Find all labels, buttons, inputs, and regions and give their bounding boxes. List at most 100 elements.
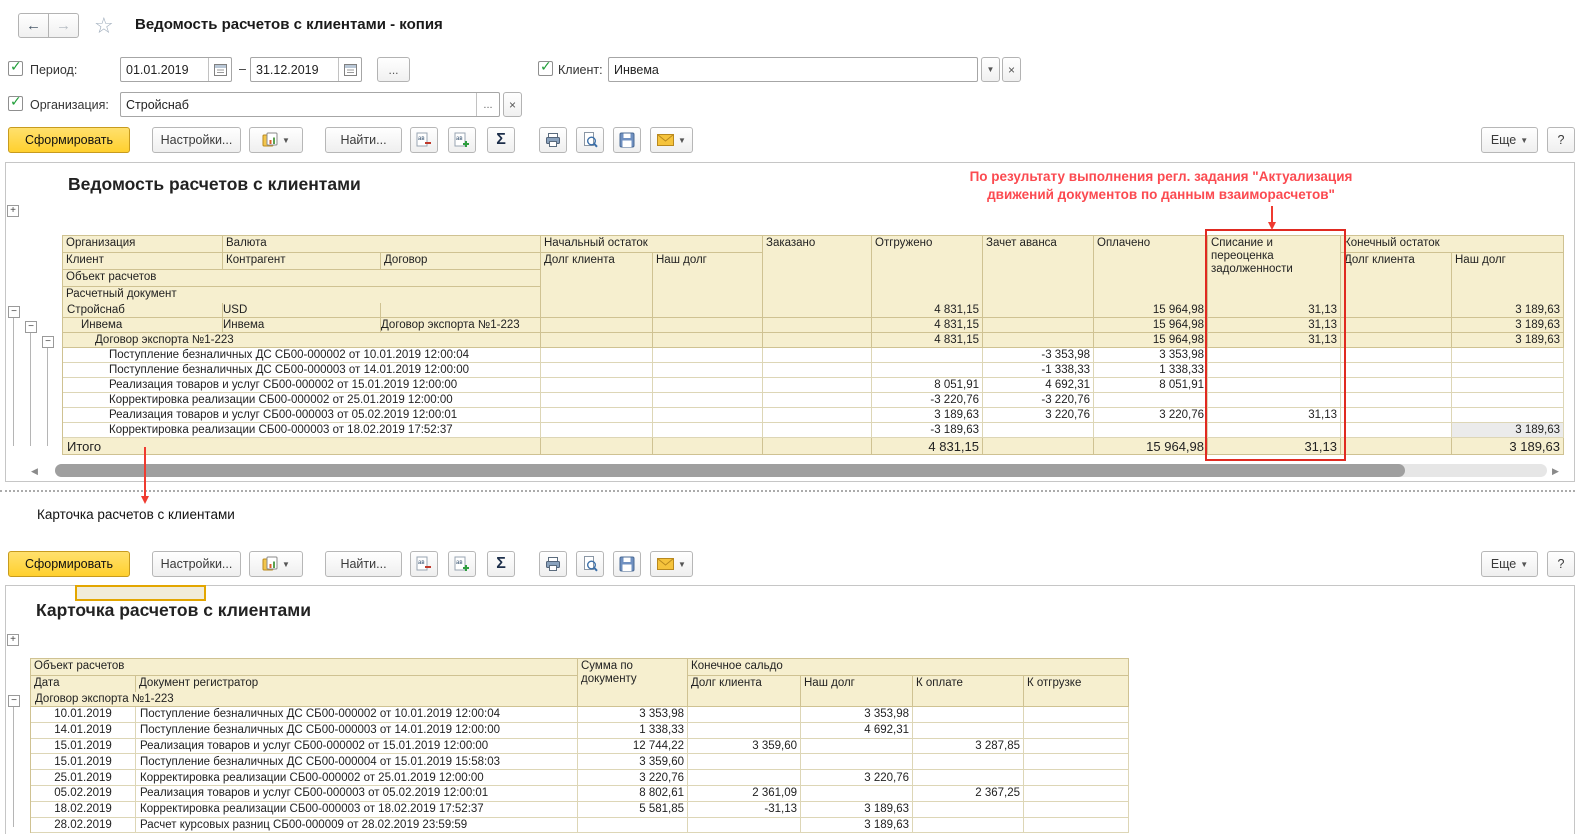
table-cell[interactable]	[688, 707, 801, 723]
autosum-button[interactable]: Σ	[487, 127, 515, 153]
scroll-left-arrow[interactable]: ◀	[31, 466, 38, 477]
col-header[interactable]: Клиент	[63, 253, 223, 270]
table-cell[interactable]	[688, 754, 801, 770]
table-cell[interactable]	[1208, 363, 1341, 378]
table-cell[interactable]	[801, 692, 913, 707]
table-cell[interactable]	[913, 818, 1024, 834]
settings-button[interactable]: Настройки...	[152, 127, 241, 153]
table-cell[interactable]	[872, 363, 983, 378]
table-cell[interactable]: 3 189,63	[1452, 438, 1564, 455]
table-cell[interactable]: 31,13	[1208, 438, 1341, 455]
table-cell[interactable]	[1024, 770, 1129, 786]
table-cell[interactable]: Реализация товаров и услуг СБ00-000003 о…	[136, 786, 578, 802]
organization-checkbox[interactable]: ✓	[8, 96, 23, 111]
table-cell[interactable]: 3 353,98	[578, 707, 688, 723]
more-button[interactable]: Еще ▼	[1481, 551, 1538, 577]
table-cell[interactable]: Реализация товаров и услуг СБ00-000002 о…	[136, 739, 578, 755]
table-cell[interactable]	[653, 438, 763, 455]
table-cell[interactable]	[1094, 393, 1208, 408]
col-header[interactable]: Заказано	[763, 236, 872, 304]
col-header[interactable]: Начальный остаток	[541, 236, 763, 253]
col-header[interactable]: Зачет аванса	[983, 236, 1094, 304]
scroll-right-arrow[interactable]: ▶	[1552, 466, 1559, 477]
table-cell[interactable]	[913, 692, 1024, 707]
table-cell[interactable]	[1024, 802, 1129, 818]
table-cell[interactable]	[1208, 378, 1341, 393]
print-button[interactable]	[539, 127, 567, 153]
print-preview-button[interactable]	[576, 551, 604, 577]
table-cell[interactable]	[763, 423, 872, 438]
table-cell[interactable]: Поступление безналичных ДС СБ00-000002 о…	[63, 348, 541, 363]
table-row[interactable]: Поступление безналичных ДС СБ00-000003 о…	[63, 363, 1564, 378]
table-cell[interactable]: -3 189,63	[872, 423, 983, 438]
table-cell[interactable]: 2 361,09	[688, 786, 801, 802]
table-cell[interactable]: Корректировка реализации СБ00-000002 от …	[136, 770, 578, 786]
col-header[interactable]: Оплачено	[1094, 236, 1208, 304]
col-header[interactable]: Долг клиента	[541, 253, 653, 304]
settings-button[interactable]: Настройки...	[152, 551, 241, 577]
table-cell[interactable]	[1208, 423, 1341, 438]
table-cell[interactable]: 14.01.2019	[31, 723, 136, 739]
table-cell[interactable]: 3 287,85	[913, 739, 1024, 755]
col-header[interactable]: Дата	[31, 676, 136, 693]
table-cell[interactable]: Договор экспорта №1-223	[31, 692, 578, 707]
table-cell[interactable]	[1341, 318, 1452, 333]
table-cell[interactable]: 4 692,31	[983, 378, 1094, 393]
col-header[interactable]: Валюта	[223, 236, 541, 253]
table-cell[interactable]	[1452, 363, 1564, 378]
table-cell[interactable]: 3 189,63	[1452, 318, 1564, 333]
generate-button[interactable]: Сформировать	[8, 127, 130, 153]
table-cell[interactable]	[1341, 408, 1452, 423]
table-cell[interactable]	[688, 692, 801, 707]
table-cell[interactable]: Реализация товаров и услуг СБ00-000002 о…	[63, 378, 541, 393]
scrollbar-thumb[interactable]	[55, 464, 1405, 477]
table-cell[interactable]	[1341, 393, 1452, 408]
table-row[interactable]: Итого4 831,1515 964,9831,133 189,63	[63, 438, 1564, 455]
table-cell[interactable]: 31,13	[1208, 318, 1341, 333]
table-cell[interactable]	[653, 423, 763, 438]
table-cell[interactable]	[983, 333, 1094, 348]
table-cell[interactable]: 15 964,98	[1094, 318, 1208, 333]
table-cell[interactable]	[688, 770, 801, 786]
table-cell[interactable]: Поступление безналичных ДС СБ00-000002 о…	[136, 707, 578, 723]
table-cell[interactable]: 3 220,76	[578, 770, 688, 786]
organization-clear-button[interactable]: ×	[503, 92, 522, 117]
table-cell[interactable]: 8 051,91	[872, 378, 983, 393]
table-cell[interactable]: 3 220,76	[1094, 408, 1208, 423]
col-header[interactable]: К отгрузке	[1024, 676, 1129, 693]
col-header[interactable]: Сумма по документу	[578, 659, 688, 693]
autosum-button[interactable]: Σ	[487, 551, 515, 577]
client-checkbox[interactable]: ✓	[538, 61, 553, 76]
expand-groups-button[interactable]: ав	[448, 551, 476, 577]
table-cell[interactable]	[541, 438, 653, 455]
generate-button[interactable]: Сформировать	[8, 551, 130, 577]
group-toggle[interactable]: −	[8, 306, 20, 318]
table-cell[interactable]: 31,13	[1208, 408, 1341, 423]
table-cell[interactable]: 3 189,63	[872, 408, 983, 423]
col-header[interactable]: Наш долг	[801, 676, 913, 693]
table-cell[interactable]: Инвема	[223, 318, 381, 333]
table-cell[interactable]	[763, 363, 872, 378]
col-header[interactable]: Долг клиента	[1341, 253, 1452, 304]
table-row[interactable]: ИнвемаИнвемаДоговор экспорта №1-2234 831…	[63, 318, 1564, 333]
table-cell[interactable]	[763, 378, 872, 393]
table-cell[interactable]: -3 220,76	[983, 393, 1094, 408]
report-variants-button[interactable]: ▼	[249, 127, 303, 153]
table-row[interactable]: Договор экспорта №1-223	[31, 692, 1129, 707]
table-cell[interactable]	[763, 438, 872, 455]
send-email-button[interactable]: ▼	[650, 127, 693, 153]
selected-cell[interactable]	[75, 585, 206, 601]
table-cell[interactable]	[801, 754, 913, 770]
table-cell[interactable]: 28.02.2019	[31, 818, 136, 834]
table-cell[interactable]	[1024, 818, 1129, 834]
table-cell[interactable]	[1452, 393, 1564, 408]
table-cell[interactable]	[801, 739, 913, 755]
table-cell[interactable]: -3 220,76	[872, 393, 983, 408]
period-to-input[interactable]: 31.12.2019	[250, 57, 362, 82]
table-cell[interactable]	[653, 318, 763, 333]
table-row[interactable]: Корректировка реализации СБ00-000002 от …	[63, 393, 1564, 408]
table-cell[interactable]: Стройснаб	[63, 303, 223, 318]
table-cell[interactable]	[541, 318, 653, 333]
table-cell[interactable]: 3 220,76	[983, 408, 1094, 423]
table-row[interactable]: Корректировка реализации СБ00-000003 от …	[63, 423, 1564, 438]
